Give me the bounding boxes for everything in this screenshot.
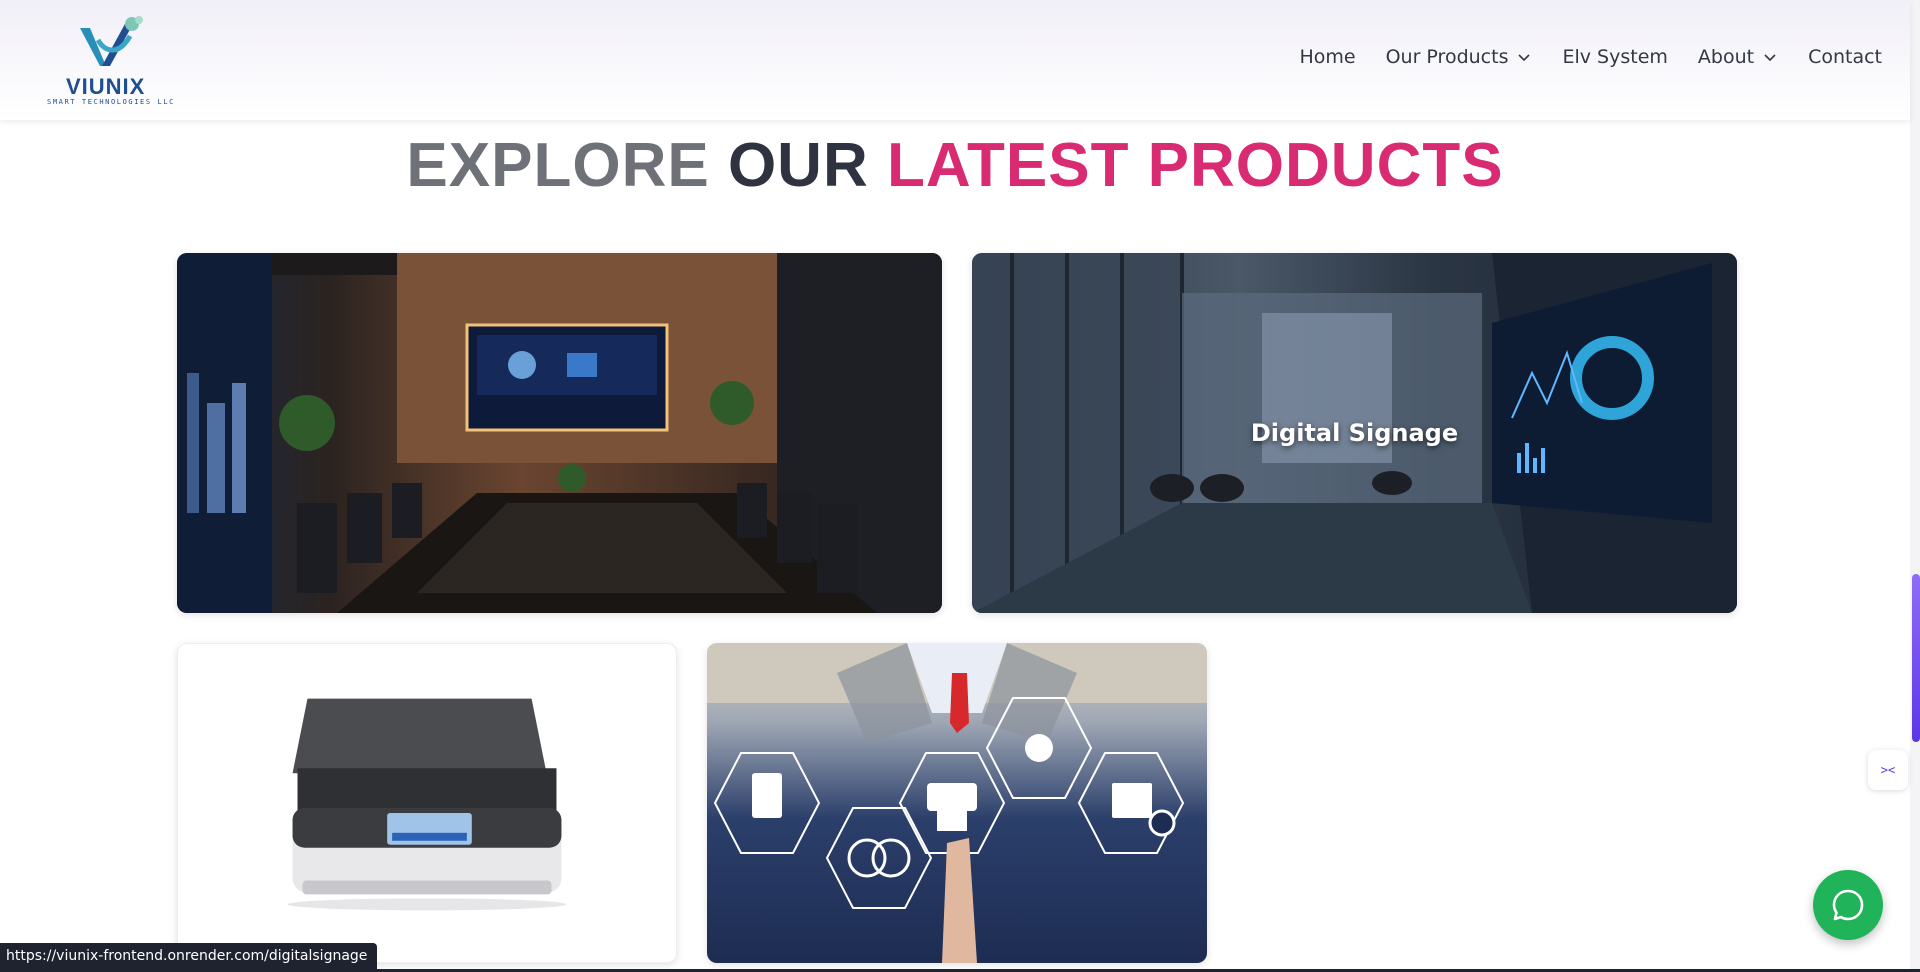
nav-contact[interactable]: Contact: [1808, 46, 1882, 68]
nav-elv-system[interactable]: Elv System: [1562, 46, 1667, 68]
side-widget-button[interactable]: ><: [1868, 750, 1908, 790]
nav-contact-label: Contact: [1808, 46, 1882, 68]
nav-about[interactable]: About: [1698, 46, 1778, 68]
brand-logo[interactable]: VIUNIX SMART TECHNOLOGIES LLC: [36, 14, 186, 106]
site-header: VIUNIX SMART TECHNOLOGIES LLC Home Our P…: [0, 0, 1910, 120]
nav-about-label: About: [1697, 46, 1755, 68]
main-nav: Home Our Products Elv System About Conta…: [1299, 46, 1882, 68]
title-latest-products: LATEST PRODUCTS: [886, 131, 1504, 200]
card-label: [178, 644, 676, 962]
brand-tagline: SMART TECHNOLOGIES LLC: [47, 98, 175, 106]
scrollbar-thumb[interactable]: [1912, 574, 1920, 742]
page-scrollbar[interactable]: [1910, 0, 1920, 972]
card-label: [177, 253, 942, 613]
title-our: OUR: [727, 131, 869, 200]
nav-home-label: Home: [1299, 46, 1356, 68]
card-label: Digital Signage: [1250, 419, 1459, 447]
logo-v-icon: [80, 16, 143, 66]
whatsapp-chat-button[interactable]: [1813, 870, 1883, 940]
brand-name: VIUNIX: [66, 74, 146, 99]
chevron-down-icon: [1764, 54, 1776, 62]
product-card-conference[interactable]: [177, 253, 942, 613]
nav-our-products[interactable]: Our Products: [1386, 46, 1533, 68]
product-card-scanner[interactable]: [177, 643, 677, 963]
product-card-digital-signage[interactable]: Digital Signage: [972, 253, 1737, 613]
title-explore: EXPLORE: [406, 131, 710, 200]
nav-our-products-label: Our Products: [1385, 46, 1509, 68]
nav-home[interactable]: Home: [1299, 46, 1355, 68]
product-card-document-management[interactable]: [707, 643, 1207, 963]
code-icon: ><: [1880, 763, 1896, 777]
chevron-down-icon: [1518, 54, 1531, 62]
browser-status-url: https://viunix-frontend.onrender.com/dig…: [0, 943, 378, 969]
whatsapp-chat-icon: [1832, 889, 1864, 921]
nav-elv-system-label: Elv System: [1562, 46, 1668, 68]
card-label: [707, 643, 1207, 963]
section-title: EXPLORE OUR LATEST PRODUCTS: [0, 130, 1910, 201]
